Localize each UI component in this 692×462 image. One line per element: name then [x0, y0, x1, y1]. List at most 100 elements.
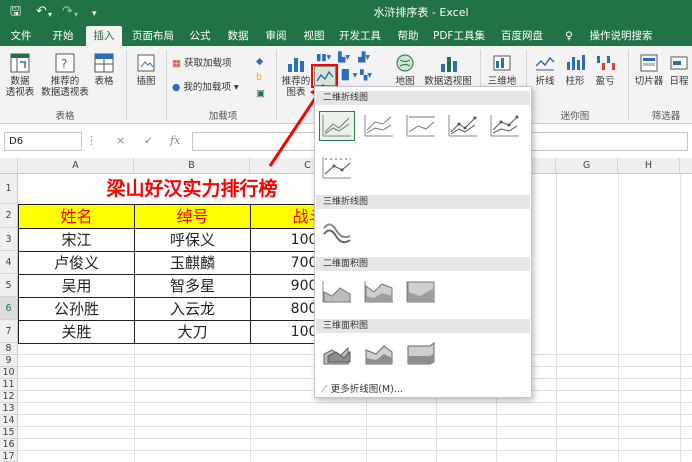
statistic-chart-icon[interactable]: ▟▾ — [358, 50, 370, 66]
tab-pdf-tools[interactable]: PDF工具集 — [430, 26, 488, 46]
row-header[interactable]: 13 — [0, 403, 18, 415]
tab-data[interactable]: 数据 — [222, 26, 254, 46]
slicer-button[interactable]: 切片器 — [632, 52, 666, 87]
tab-developer[interactable]: 开发工具 — [334, 26, 386, 46]
recommended-pivot-icon: ? — [55, 53, 75, 73]
select-all-corner[interactable] — [0, 158, 18, 174]
data-cell[interactable]: 入云龙 — [134, 297, 251, 321]
addins-icon: ● — [172, 82, 181, 93]
combo-chart-icon[interactable]: ▚▾ — [360, 68, 372, 84]
recommended-charts-button[interactable]: 推荐的 图表 — [280, 52, 312, 98]
row-header[interactable]: 1 — [0, 174, 18, 204]
row-header[interactable]: 7 — [0, 320, 18, 343]
column-chart-icon[interactable]: ▮▮▾ — [316, 50, 331, 66]
row-header[interactable]: 12 — [0, 391, 18, 403]
gridline — [18, 450, 692, 451]
row-header[interactable]: 11 — [0, 379, 18, 391]
data-cell[interactable]: 关胜 — [18, 320, 135, 344]
column-header[interactable]: G — [556, 158, 618, 174]
tab-page-layout[interactable]: 页面布局 — [128, 26, 178, 46]
row-header[interactable]: 6 — [0, 297, 18, 320]
timeline-label: 日程 — [669, 76, 689, 87]
sparkline-winloss-button[interactable]: 盈亏 — [592, 52, 618, 87]
line-chart-button[interactable] — [314, 66, 336, 86]
visio-icon[interactable]: ◆ — [256, 54, 263, 70]
line-with-markers-option[interactable] — [445, 111, 481, 141]
bar-chart-icon[interactable]: ▐▌▾ — [338, 68, 357, 84]
tab-help[interactable]: 帮助 — [392, 26, 424, 46]
tab-review[interactable]: 审阅 — [260, 26, 292, 46]
row-header[interactable]: 16 — [0, 439, 18, 451]
hierarchy-chart-icon[interactable]: ▙▾ — [338, 50, 350, 66]
sparkline-column-label: 柱形 — [565, 76, 585, 87]
row-header[interactable]: 8 — [0, 343, 18, 355]
line-chart-option[interactable] — [319, 111, 355, 141]
sparkline-column-button[interactable]: 柱形 — [562, 52, 588, 87]
table-button[interactable]: 表格 — [92, 52, 116, 87]
get-addins-button[interactable]: ▦ 获取加载项 — [172, 56, 232, 72]
3d-line-chart-option[interactable] — [319, 215, 355, 245]
row-header[interactable]: 15 — [0, 427, 18, 439]
enter-icon[interactable]: ✓ — [144, 134, 153, 147]
stacked-line-chart-option[interactable] — [361, 111, 397, 141]
row-header[interactable]: 17 — [0, 451, 18, 462]
3d-area-chart-option[interactable] — [319, 339, 355, 369]
map-button[interactable]: 地图 — [390, 52, 420, 87]
3d-percent-area-option[interactable] — [403, 339, 439, 369]
tab-formulas[interactable]: 公式 — [184, 26, 216, 46]
percent-stacked-area-option[interactable] — [403, 277, 439, 307]
percent-stacked-line-chart-option[interactable] — [403, 111, 439, 141]
sparkline-line-icon — [535, 56, 555, 71]
data-cell[interactable]: 大刀 — [134, 320, 251, 344]
pivot-chart-icon — [441, 57, 457, 72]
area-chart-option[interactable] — [319, 277, 355, 307]
my-addins-button[interactable]: ● 我的加载项 ▾ — [172, 80, 239, 96]
row-header[interactable]: 3 — [0, 228, 18, 251]
data-cell[interactable]: 宋江 — [18, 228, 135, 252]
3d-stacked-area-option[interactable] — [361, 339, 397, 369]
column-header[interactable]: B — [134, 158, 250, 174]
fx-icon[interactable]: fx — [170, 134, 180, 147]
percent-line-markers-option[interactable] — [319, 153, 355, 183]
column-header[interactable]: H — [618, 158, 680, 174]
data-cell[interactable]: 公孙胜 — [18, 297, 135, 321]
illustrations-button[interactable]: 插图 — [132, 52, 160, 87]
row-header[interactable]: 10 — [0, 367, 18, 379]
cancel-icon[interactable]: × — [116, 134, 125, 147]
bing-icon[interactable]: b — [256, 70, 262, 86]
recommended-pivot-button[interactable]: ? 推荐的 数据透视表 — [38, 52, 92, 98]
area-icon — [322, 281, 351, 303]
tab-insert[interactable]: 插入 — [86, 26, 122, 46]
row-header[interactable]: 4 — [0, 251, 18, 274]
stacked-area-chart-option[interactable] — [361, 277, 397, 307]
people-graph-icon[interactable]: ▣ — [256, 86, 265, 102]
tab-home[interactable]: 开始 — [46, 26, 80, 46]
sparkline-line-button[interactable]: 折线 — [532, 52, 558, 87]
3d-map-button[interactable]: 三维地 — [484, 52, 520, 87]
row-header[interactable]: 5 — [0, 274, 18, 297]
timeline-button[interactable]: 日程 — [666, 52, 692, 87]
row-header[interactable]: 14 — [0, 415, 18, 427]
data-cell[interactable]: 卢俊义 — [18, 251, 135, 275]
small-line-chart-icon: ⟋ — [321, 384, 328, 395]
column-header[interactable]: A — [18, 158, 134, 174]
column-header[interactable]: I — [680, 158, 692, 174]
header-cell-nickname[interactable]: 绰号 — [134, 204, 251, 229]
more-line-charts-link[interactable]: ⟋ 更多折线图(M)... — [321, 381, 403, 395]
data-cell[interactable]: 智多星 — [134, 274, 251, 298]
3d-area-icon — [323, 346, 351, 365]
data-cell[interactable]: 吴用 — [18, 274, 135, 298]
stacked-line-markers-option[interactable] — [487, 111, 523, 141]
row-header[interactable]: 2 — [0, 204, 18, 228]
header-cell-name[interactable]: 姓名 — [18, 204, 135, 229]
pivot-table-button[interactable]: 数据 透视表 — [2, 52, 38, 98]
pivot-chart-button[interactable]: 数据透视图 — [420, 52, 476, 87]
data-cell[interactable]: 玉麒麟 — [134, 251, 251, 275]
data-cell[interactable]: 呼保义 — [134, 228, 251, 252]
tab-baidu-netdisk[interactable]: 百度网盘 — [494, 26, 550, 46]
row-header[interactable]: 9 — [0, 355, 18, 367]
name-box[interactable]: D6 — [4, 132, 82, 151]
tell-me-search[interactable]: 操作说明搜索 — [578, 26, 664, 46]
tab-view[interactable]: 视图 — [298, 26, 330, 46]
tab-file[interactable]: 文件 — [4, 26, 38, 46]
